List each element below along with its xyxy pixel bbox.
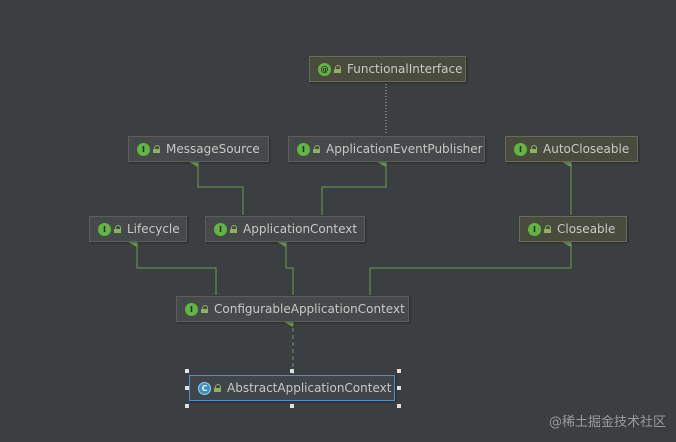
edge-configurable-context [277, 237, 294, 295]
lock-icon [230, 225, 237, 233]
node-message-source[interactable]: I MessageSource [128, 136, 269, 162]
lock-icon [214, 384, 221, 392]
class-icon: C [198, 381, 211, 395]
node-functional-interface[interactable]: @ FunctionalInterface [309, 56, 466, 82]
interface-icon: I [185, 302, 198, 316]
node-configurable-application-context[interactable]: I ConfigurableApplicationContext [176, 296, 409, 322]
edge-context-messagesource [189, 157, 244, 215]
resize-handle-se[interactable] [397, 404, 401, 408]
node-auto-closeable[interactable]: I AutoCloseable [505, 136, 638, 162]
node-application-context[interactable]: I ApplicationContext [205, 216, 365, 242]
interface-icon: I [528, 222, 541, 236]
lock-icon [114, 225, 121, 233]
annotation-icon: @ [318, 62, 331, 76]
watermark: @稀土掘金技术社区 [548, 415, 666, 430]
node-label: MessageSource [166, 142, 260, 156]
node-label: AbstractApplicationContext [227, 381, 392, 395]
lock-icon [201, 305, 208, 313]
resize-handle-e[interactable] [397, 386, 401, 390]
resize-handle-w[interactable] [185, 386, 189, 390]
node-label: ApplicationEventPublisher [326, 142, 483, 156]
lock-icon [544, 225, 551, 233]
lock-icon [530, 145, 537, 153]
node-application-event-publisher[interactable]: I ApplicationEventPublisher [288, 136, 485, 162]
node-closeable[interactable]: I Closeable [519, 216, 627, 242]
resize-handle-ne[interactable] [397, 369, 401, 373]
node-label: Closeable [557, 222, 616, 236]
interface-icon: I [514, 142, 527, 156]
node-label: FunctionalInterface [347, 62, 463, 76]
node-label: ApplicationContext [243, 222, 358, 236]
edge-configurable-closeable [369, 237, 572, 295]
edge-context-publisher [321, 157, 387, 215]
interface-icon: I [297, 142, 310, 156]
node-abstract-application-context[interactable]: C AbstractApplicationContext [189, 375, 395, 401]
node-label: AutoCloseable [543, 142, 630, 156]
interface-icon: I [214, 222, 227, 236]
lock-icon [334, 65, 341, 73]
resize-handle-sw[interactable] [185, 404, 189, 408]
node-label: Lifecycle [127, 222, 180, 236]
resize-handle-n[interactable] [290, 369, 294, 373]
node-label: ConfigurableApplicationContext [214, 302, 405, 316]
lock-icon [313, 145, 320, 153]
edge-configurable-lifecycle [128, 237, 217, 295]
interface-icon: I [137, 142, 150, 156]
interface-icon: I [98, 222, 111, 236]
resize-handle-s[interactable] [290, 404, 294, 408]
lock-icon [153, 145, 160, 153]
node-lifecycle[interactable]: I Lifecycle [89, 216, 187, 242]
resize-handle-nw[interactable] [185, 369, 189, 373]
